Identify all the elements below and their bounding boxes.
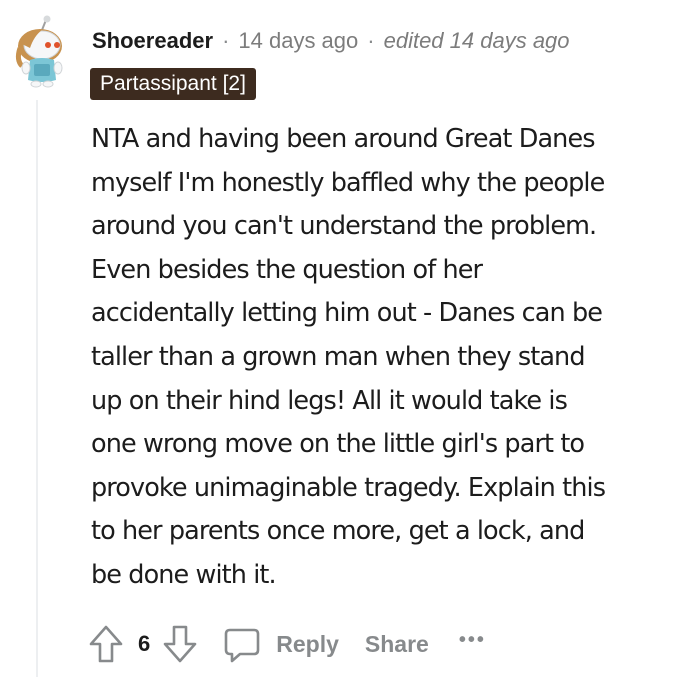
downvote-arrow-icon: [163, 625, 197, 663]
comment-line: myself I'm honestly baffled why the peop…: [91, 167, 605, 198]
snoo-avatar-icon: [15, 15, 63, 88]
comment-header: Shoereader · 14 days ago · edited 14 day…: [92, 26, 570, 56]
comment-line: NTA and having been around Great Danes: [91, 124, 596, 154]
edited-timestamp: edited 14 days ago: [383, 28, 570, 53]
avatar[interactable]: [10, 14, 74, 94]
author-link[interactable]: Shoereader: [92, 28, 213, 54]
comment-line: accidentally letting him out - Danes can…: [91, 298, 603, 329]
user-flair: Partassipant [2]: [90, 68, 256, 100]
share-button[interactable]: Share: [365, 631, 429, 658]
speech-bubble-icon: [224, 628, 260, 663]
comment-line: one wrong move on the little girl's part…: [91, 429, 585, 460]
comment-actions: 6 Reply Share •••: [88, 620, 486, 668]
separator-dot: ·: [367, 28, 375, 53]
more-options-button[interactable]: •••: [459, 629, 486, 652]
downvote-button[interactable]: [162, 624, 198, 664]
vote-score: 6: [138, 631, 151, 656]
comment-line: Even besides the question of her: [91, 254, 483, 285]
comment-body: NTA and having been around Great Danes m…: [91, 118, 691, 598]
comment-line: to her parents once more, get a lock, an…: [91, 516, 585, 547]
comment-line: up on their hind legs! All it would take…: [91, 385, 568, 416]
upvote-arrow-icon: [89, 625, 123, 663]
comment-line: taller than a grown man when they stand: [91, 341, 586, 372]
reply-label: Reply: [276, 630, 339, 657]
thread-line[interactable]: [36, 100, 38, 677]
separator-dot: ·: [222, 28, 230, 53]
timestamp[interactable]: 14 days ago: [238, 28, 358, 54]
comment-line: around you can't understand the problem.: [91, 211, 597, 242]
reply-button[interactable]: Reply: [222, 624, 339, 664]
upvote-button[interactable]: [88, 624, 124, 664]
comment-line: be done with it.: [91, 559, 277, 590]
comment-line: provoke unimaginable tragedy. Explain th…: [91, 472, 606, 503]
